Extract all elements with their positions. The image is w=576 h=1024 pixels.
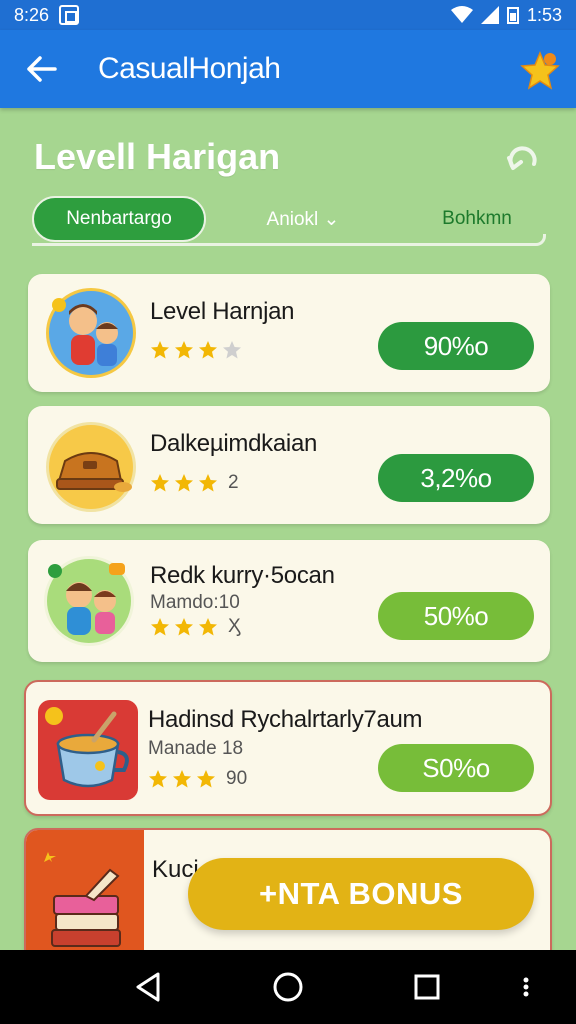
level-card[interactable]: Hadinsd Rychalrtarly7aum Manade 18 90 S0… [24,680,552,816]
bread-box-icon [56,452,132,492]
nav-back-button[interactable] [130,968,168,1006]
rating-stars: Ӽ [150,616,241,638]
tab-bar: Nenbartargo Aniokl ⌄ Bohkmn [32,196,546,254]
nav-home-button[interactable] [269,968,307,1006]
wifi-icon [450,6,473,23]
level-card[interactable]: Level Harnjan 90%o [28,274,550,392]
progress-badge: 3,2%o [378,454,534,502]
star-filled-icon [151,618,169,636]
card-title: Redk kurry·5ocan [150,562,335,589]
star-filled-icon [149,770,167,788]
tab-aniokl[interactable]: Aniokl ⌄ [238,196,368,242]
family-illustration-icon [52,298,118,366]
arrow-left-icon [27,56,57,82]
star-filled-icon [151,474,169,492]
star-filled-icon [175,341,193,359]
page-title: Levell Harigan [34,136,281,177]
kids-illustration-icon [48,563,125,635]
app-bar: CasualHonjah [0,30,576,108]
status-time: 8:26 [14,4,50,25]
books-icon [44,852,121,947]
level-card[interactable]: Redk kurry·5ocan Mamdo:10 Ӽ 50%o [28,540,550,662]
star-filled-icon [197,770,215,788]
nav-recents-button[interactable] [408,968,446,1006]
family-thumbnail [46,288,136,378]
triangle-back-icon [136,972,160,1002]
star-filled-icon [199,474,217,492]
star-filled-icon [175,474,193,492]
star-icon [520,51,560,90]
progress-badge: 50%o [378,592,534,640]
progress-badge: S0%o [378,744,534,792]
nav-overflow-button[interactable] [516,968,536,1006]
card-title: Dalkeµimdkaian [150,430,318,457]
battery-icon [506,7,519,24]
card-title: Level Harnjan [150,298,295,325]
level-card[interactable]: Dalkeµimdkaian 2 3,2%o [28,406,550,524]
star-filled-icon [175,618,193,636]
refresh-button[interactable] [504,140,542,178]
signal-icon [480,6,499,24]
rating-stars: 90 [148,768,247,790]
soup-cup-icon [45,707,129,788]
star-empty-icon [223,341,241,359]
star-filled-icon [199,341,217,359]
circle-home-icon [273,972,303,1002]
star-filled-icon [199,618,217,636]
card-title: Hadinsd Rychalrtarly7aum [148,706,423,733]
square-recents-icon [414,974,440,1000]
refresh-icon [507,146,537,170]
progress-badge: 90%o [378,322,534,370]
star-filled-icon [151,341,169,359]
status-bar: 8:26 1:53 [0,0,576,30]
star-filled-icon [173,770,191,788]
tab-bohkmn[interactable]: Bohkmn [412,196,542,242]
favorites-button[interactable] [520,50,560,90]
tab-nenbartargo[interactable]: Nenbartargo [32,196,206,242]
bonus-button[interactable]: +NTA BONUS [188,858,534,930]
system-nav-bar [0,950,576,1024]
rating-count: 90 [226,768,248,789]
card-subtitle: Manade 18 [148,738,244,759]
status-battery-text: 1:53 [526,4,562,25]
rating-stars: 2 [150,472,239,494]
soup-thumbnail [38,700,138,800]
card-subtitle: Mamdo:10 [150,592,240,613]
kids-thumbnail [44,556,134,646]
rating-count: Ӽ [228,616,241,637]
vertical-dots-icon [523,977,529,997]
rating-stars [150,340,242,360]
screenshot-notification-icon [59,5,80,25]
app-title: CasualHonjah [98,52,281,85]
bread-thumbnail [46,422,136,512]
back-button[interactable] [22,49,62,89]
books-thumbnail [26,830,144,966]
rating-count: 2 [228,472,239,493]
